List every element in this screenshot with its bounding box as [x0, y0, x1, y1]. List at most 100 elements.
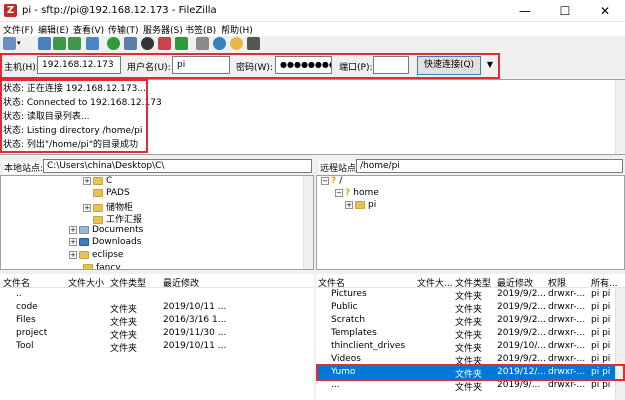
menu-bookmarks[interactable]: 书签(B)	[185, 23, 216, 36]
table-row[interactable]: Tool 文件夹 2019/10/11 ...	[0, 340, 314, 354]
menu-edit[interactable]: 编辑(E)	[38, 23, 69, 36]
tree-node[interactable]: −? /	[321, 176, 342, 186]
local-file-list: .. code 文件夹 2019/10/11 ... Files 文件夹 2016/3/…	[0, 288, 314, 400]
table-row[interactable]: Public 文件夹 2019/9/2... drwxr-... pi pi	[316, 301, 615, 315]
menu-file[interactable]: 文件(F)	[3, 23, 33, 36]
local-list-header: 文件名 文件大小 文件类型 最近修改	[0, 274, 314, 289]
menu-bar: 文件(F) 编辑(E) 查看(V) 传输(T) 服务器(S) 书签(B) 帮助(…	[0, 22, 625, 36]
downloads-icon	[79, 237, 89, 246]
table-row-selected[interactable]: Yumo 文件夹 2019/12/... drwxr-... pi pi	[316, 366, 615, 380]
remote-list-header: 文件名 文件大... 文件类型 最近修改 权限 所有...	[316, 274, 625, 289]
menu-server[interactable]: 服务器(S)	[143, 23, 183, 36]
expand-icon[interactable]: +	[83, 203, 91, 212]
table-row[interactable]: ... 文件夹 2019/9/... drwxr-... pi pi	[316, 379, 615, 393]
tree-node[interactable]: + eclipse	[69, 250, 123, 260]
filezilla-icon: Z	[4, 4, 17, 17]
log-line: 状态: Connected to 192.168.12.173	[3, 98, 162, 108]
tree-node[interactable]: PADS	[93, 188, 130, 198]
port-label: 端口(P):	[339, 63, 373, 73]
refresh-icon[interactable]	[107, 37, 120, 50]
folder-icon	[355, 200, 365, 209]
directory-filter-icon[interactable]	[196, 37, 209, 50]
table-row[interactable]: Pictures 文件夹 2019/9/2... drwxr-... pi pi	[316, 288, 615, 302]
folder-icon	[83, 263, 93, 269]
table-row[interactable]: Templates 文件夹 2019/9/2... drwxr-... pi pi	[316, 327, 615, 341]
window-title: pi - sftp://pi@192.168.12.173 - FileZill…	[22, 5, 217, 16]
tree-node[interactable]: + C	[83, 176, 112, 186]
reconnect-icon[interactable]	[175, 37, 188, 50]
table-row[interactable]: ..	[0, 288, 314, 301]
remote-path-input[interactable]: /home/pi	[356, 159, 623, 173]
remote-list-scrollbar[interactable]	[615, 288, 625, 400]
quickconnect-button[interactable]: 快速连接(Q)	[417, 56, 481, 75]
unknown-folder-icon: ?	[331, 176, 337, 186]
cancel-icon[interactable]	[141, 37, 154, 50]
username-input[interactable]: pi	[172, 56, 230, 74]
maximize-button[interactable]: ☐	[545, 0, 585, 22]
log-scrollbar[interactable]	[615, 80, 625, 154]
host-label: 主机(H):	[4, 63, 39, 73]
close-button[interactable]: ✕	[585, 0, 625, 22]
disconnect-icon[interactable]	[158, 37, 171, 50]
menu-transfer[interactable]: 传输(T)	[108, 23, 139, 36]
quickconnect-bar: 主机(H): 192.168.12.173 用户名(U): pi 密码(W): …	[0, 53, 625, 79]
table-row[interactable]: project 文件夹 2019/11/30 ...	[0, 327, 314, 341]
documents-icon	[79, 225, 89, 234]
remote-site-label: 远程站点:	[319, 161, 361, 174]
tree-node[interactable]: + pi	[345, 200, 376, 210]
table-row[interactable]: Files 文件夹 2016/3/16 1...	[0, 314, 314, 328]
message-log: 状态: 正在连接 192.168.12.173... 状态: Connected…	[0, 79, 625, 155]
local-site-label: 本地站点:	[3, 161, 45, 174]
expand-icon[interactable]: +	[69, 250, 77, 259]
log-line: 状态: 读取目录列表...	[3, 112, 90, 122]
table-row[interactable]: Scratch 文件夹 2019/9/2... drwxr-... pi pi	[316, 314, 615, 328]
toggle-local-tree-icon[interactable]	[53, 37, 66, 50]
password-label: 密码(W):	[236, 63, 273, 73]
toggle-log-icon[interactable]	[38, 37, 51, 50]
unknown-folder-icon: ?	[345, 188, 351, 198]
expand-icon[interactable]: +	[345, 200, 353, 209]
process-queue-icon[interactable]	[124, 37, 137, 50]
tree-node[interactable]: + Documents	[69, 225, 143, 235]
folder-icon	[93, 176, 103, 185]
local-path-input[interactable]: C:\Users\china\Desktop\C\	[43, 159, 312, 173]
expand-icon[interactable]: +	[83, 176, 91, 185]
remote-site-bar: 远程站点: /home/pi	[316, 158, 625, 174]
tree-node[interactable]: −? home	[335, 188, 379, 198]
toggle-remote-tree-icon[interactable]	[68, 37, 81, 50]
log-line: 状态: 正在连接 192.168.12.173...	[3, 84, 146, 94]
remote-tree: −? / −? home + pi	[316, 175, 625, 270]
folder-icon	[79, 250, 89, 259]
local-tree-scrollbar[interactable]	[303, 176, 313, 269]
password-input[interactable]: ●●●●●●●●●	[275, 56, 332, 74]
port-input[interactable]	[373, 56, 409, 74]
tree-node[interactable]: + Downloads	[69, 237, 141, 247]
local-site-bar: 本地站点: C:\Users\china\Desktop\C\	[0, 158, 314, 174]
table-row[interactable]: thinclient_drives 文件夹 2019/10/... drwxr-...…	[316, 340, 615, 354]
menu-help[interactable]: 帮助(H)	[221, 23, 253, 36]
host-input[interactable]: 192.168.12.173	[37, 56, 121, 74]
table-row[interactable]: code 文件夹 2019/10/11 ...	[0, 301, 314, 315]
table-row[interactable]: Videos 文件夹 2019/9/2... drwxr-... pi pi	[316, 353, 615, 367]
collapse-icon[interactable]: −	[335, 188, 343, 197]
pane-splitter[interactable]	[314, 158, 316, 400]
log-line: 状态: Listing directory /home/pi	[3, 126, 143, 136]
transfer-queue-icon[interactable]	[86, 37, 99, 50]
expand-icon[interactable]: +	[69, 225, 77, 234]
log-line: 状态: 列出"/home/pi"的目录成功	[3, 140, 138, 150]
site-manager-dropdown-icon[interactable]: ▾	[17, 37, 25, 50]
tree-node[interactable]: fancy	[83, 263, 121, 269]
collapse-icon[interactable]: −	[321, 176, 329, 185]
search-icon[interactable]	[213, 37, 226, 50]
site-manager-icon[interactable]	[3, 37, 16, 50]
find-files-icon[interactable]	[247, 37, 260, 50]
expand-icon[interactable]: +	[69, 237, 77, 246]
tree-node[interactable]: 工作汇报	[93, 212, 142, 225]
folder-icon	[93, 203, 103, 212]
minimize-button[interactable]: —	[505, 0, 545, 22]
menu-view[interactable]: 查看(V)	[73, 23, 104, 36]
folder-icon	[93, 215, 103, 224]
sync-browse-icon[interactable]	[230, 37, 243, 50]
user-label: 用户名(U):	[127, 63, 171, 73]
quickconnect-dropdown-icon[interactable]: ▼	[485, 58, 495, 72]
